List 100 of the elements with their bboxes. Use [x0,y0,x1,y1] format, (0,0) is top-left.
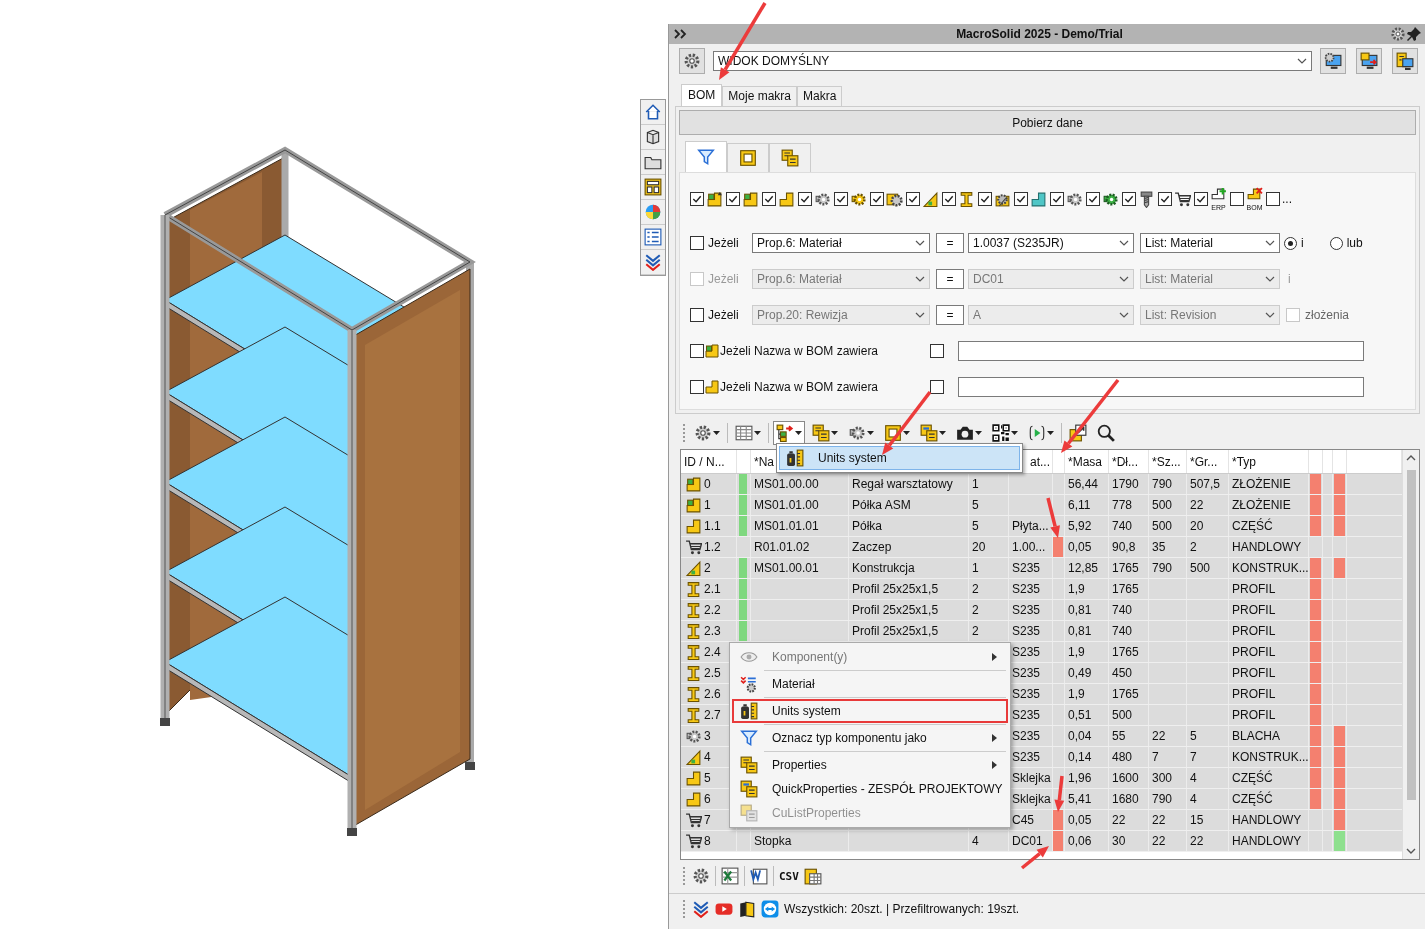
operator-button[interactable]: = [936,233,964,253]
list-dropdown[interactable]: List: Material [1140,233,1280,253]
spreadsheet-icon [721,867,739,885]
column-header[interactable]: *Masa [1068,454,1102,469]
toolbar-button[interactable] [1066,421,1090,445]
table-cell: 6,11 [1068,498,1091,512]
property-dropdown[interactable]: Prop.6: Materiał [752,233,930,253]
column-header[interactable]: *Dł... [1112,454,1138,469]
table-row[interactable]: 2.1 Profil 25x25x1,5 2 S235 1,9 1765 PROFIL [681,579,1402,600]
checkbox[interactable] [870,192,884,206]
chevrons-icon[interactable] [692,900,710,918]
book-icon[interactable] [738,900,756,918]
tab[interactable]: BOM [681,84,723,106]
video-play-icon[interactable] [715,900,733,918]
monitor-list-button[interactable] [1392,48,1418,74]
radio-option[interactable]: lub [1329,236,1363,250]
table-cell: 1,96 [1068,771,1092,785]
table-cell: S235 [1012,645,1041,659]
toolbar-button[interactable] [809,421,841,445]
table-cell: R01.01.02 [754,540,810,554]
checkbox[interactable] [798,192,812,206]
checkbox[interactable] [690,380,704,394]
table-cell: CZĘŚĆ [1232,771,1273,785]
checkbox[interactable] [1122,192,1136,206]
operator-button[interactable]: = [936,305,964,325]
table-row[interactable]: 1.2 R01.01.02 Zaczep 20 1.00... 0,05 90,8 35 2 HANDLOWY [681,537,1402,558]
pin-icon[interactable] [1406,26,1422,42]
table-cell: BLACHA [1232,729,1281,743]
table-cell: 22 [1112,813,1126,827]
table-row[interactable]: 2.3 Profil 25x25x1,5 2 S235 0,81 740 PROFIL [681,621,1402,642]
toolbar-button[interactable] [917,421,949,445]
camera-icon [956,424,974,442]
checkbox[interactable] [762,192,776,206]
row-id: 2.3 [704,624,721,638]
scrollbar[interactable] [1402,450,1419,859]
toolbar-button[interactable] [773,421,805,445]
checkbox[interactable] [1050,192,1064,206]
cart-icon [685,832,702,850]
table-row[interactable]: 2.2 Profil 25x25x1,5 2 S235 0,81 740 PROFIL [681,600,1402,621]
checkbox[interactable] [834,192,848,206]
column-header[interactable]: at... [1030,454,1050,469]
column-header[interactable]: ID / N... [684,454,725,469]
name-filter-label: Jeżeli Nazwa w BOM zawiera [720,344,880,358]
checkbox[interactable] [690,236,704,250]
toolbar-button[interactable] [692,867,710,885]
layout-button[interactable] [641,175,665,200]
toolbar-button[interactable] [989,421,1021,445]
monitor-settings-button[interactable] [1320,48,1346,74]
checkbox[interactable] [942,192,956,206]
csv-button[interactable]: CSV [779,869,799,883]
checkbox[interactable] [1266,192,1280,206]
table-cell: PROFIL [1232,624,1276,638]
checkbox[interactable] [1158,192,1172,206]
checkbox[interactable] [690,192,704,206]
checkbox[interactable] [726,192,740,206]
list-button[interactable] [641,225,665,250]
table-row[interactable]: 8 Stopka 4 DC01 0,06 30 22 22 HANDLOWY [681,831,1402,852]
table-row[interactable]: 1.1 MS01.01.01 Półka 5 Płyta... 5,92 740 500 20 CZĘŚĆ [681,516,1402,537]
name-input-field[interactable] [958,377,1364,397]
remote-support-icon[interactable] [761,900,779,918]
annotation-arrow [1020,846,1049,870]
checkbox[interactable] [1194,192,1208,206]
menu-item[interactable]: Units system [779,446,1020,470]
submenu-arrow-icon [992,653,997,661]
checkbox[interactable] [906,192,920,206]
value-dropdown[interactable]: 1.0037 (S235JR) [968,233,1134,253]
column-header[interactable]: *Typ [1232,454,1256,469]
tab[interactable]: Makra [797,86,843,106]
properties-icon [740,756,758,774]
name-input-field[interactable] [958,341,1364,361]
table-cell: Konstrukcja [852,561,915,575]
checkbox[interactable] [690,308,704,322]
table-row[interactable]: 2 MS01.00.01 Konstrukcja 1 S235 12,85 1765 790 500 KONSTRUK... [681,558,1402,579]
monitor-sync-button[interactable] [1356,48,1382,74]
checkbox[interactable] [930,380,944,394]
column-header[interactable]: *Na [754,454,774,469]
table-row[interactable]: 1 MS01.01.00 Półka ASM 5 6,11 778 500 22 ZŁOŻENIE [681,495,1402,516]
checkbox[interactable] [978,192,992,206]
settings-button[interactable] [679,48,705,74]
checkbox[interactable] [1014,192,1028,206]
column-header[interactable]: *Gr... [1190,454,1218,469]
checkbox[interactable] [930,344,944,358]
table-cell: 500 [1190,561,1211,575]
toolbar-button[interactable] [750,867,768,885]
table-cell: 5 [972,498,979,512]
checkbox[interactable] [1086,192,1100,206]
menu-item[interactable]: Oznacz typ komponentu jako [732,726,1008,750]
icon-tab[interactable] [685,141,727,172]
checkbox[interactable] [690,344,704,358]
table-row[interactable]: 0 MS01.00.00 Regał warsztatowy 1 56,44 1790 790 507,5 ZŁOŻENIE [681,474,1402,495]
checkbox[interactable] [1230,192,1244,206]
column-header[interactable]: *Sz... [1152,454,1181,469]
fetch-data-button[interactable]: Pobierz dane [679,110,1416,135]
menu-item[interactable]: Units system [732,699,1008,723]
icon-tab[interactable] [727,143,769,172]
icon-tab[interactable] [769,143,811,172]
assembly-icon [685,496,702,514]
tab[interactable]: Moje makra [722,86,798,106]
table-cell: 0,81 [1068,624,1092,638]
toolbar-button[interactable] [803,867,822,885]
